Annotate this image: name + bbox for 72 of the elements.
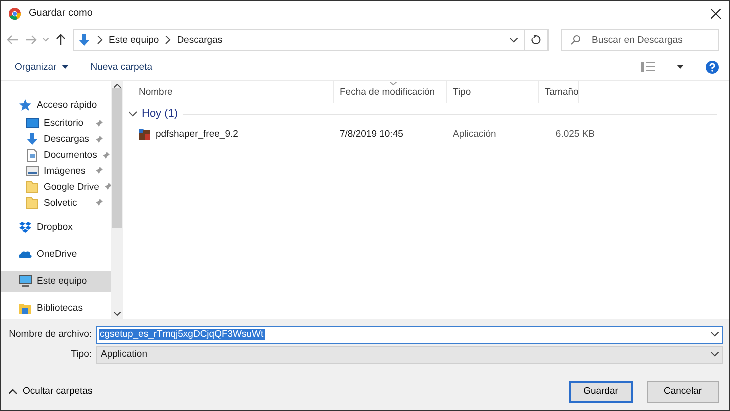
search-icon	[571, 35, 581, 45]
sidebar-item[interactable]: Dropbox	[1, 217, 111, 238]
computer-icon	[19, 275, 32, 288]
folder-icon	[26, 196, 39, 210]
dropbox-icon	[19, 221, 32, 234]
chevron-icon	[97, 36, 103, 44]
sidebar-item[interactable]: OneDrive	[1, 244, 111, 266]
field-label: Tipo:	[70, 349, 93, 360]
scrollbar[interactable]	[111, 81, 123, 319]
column-header[interactable]: Tamaño	[539, 81, 579, 103]
sidebar-item[interactable]: Google Drive	[1, 179, 111, 196]
sidebar-item[interactable]: Acceso rápido	[1, 95, 111, 116]
scroll-up-icon[interactable]	[114, 84, 120, 88]
column-header[interactable]: Nombre	[123, 81, 334, 103]
sidebar-item[interactable]: Descargas	[1, 132, 111, 148]
breadcrumb[interactable]: Este equipo	[109, 34, 160, 46]
refresh-button[interactable]	[524, 29, 548, 51]
sidebar-item[interactable]: Este equipo	[1, 271, 111, 292]
refresh-icon	[531, 35, 541, 45]
breadcrumb[interactable]: Descargas	[177, 34, 223, 46]
filename-field[interactable]: cgsetup_es_rTmqj5xgDCjqQF3WsuWt	[96, 326, 723, 344]
desktop-icon	[26, 117, 39, 130]
application-icon	[139, 128, 151, 140]
star-icon	[19, 98, 32, 112]
save-button[interactable]: Guardar	[569, 380, 633, 402]
pin-icon	[102, 152, 110, 160]
document-icon	[26, 149, 39, 162]
file-type-dropdown[interactable]: Application	[96, 346, 723, 364]
file-name[interactable]: pdfshaper_free_9.2	[156, 129, 238, 140]
table-cell: 6.025 KB	[556, 129, 595, 140]
cancel-button[interactable]: Cancelar	[647, 380, 719, 402]
organize-menu-button[interactable]: Organizar	[15, 62, 69, 72]
close-icon[interactable]	[711, 8, 721, 18]
dropdown-caret-icon	[510, 38, 518, 42]
caret-icon[interactable]	[677, 65, 684, 69]
chevron-icon	[165, 36, 172, 44]
column-header[interactable]: Tipo	[447, 81, 539, 103]
field-label: Nombre de archivo:	[8, 329, 93, 340]
up-arrow-icon[interactable]	[55, 34, 67, 46]
pin-icon	[95, 167, 103, 176]
download-icon	[78, 34, 91, 46]
scroll-down-icon[interactable]	[114, 312, 120, 316]
new-folder-button[interactable]: Nueva carpeta	[90, 62, 153, 72]
expand-caret-icon[interactable]	[129, 111, 137, 117]
caret-icon	[62, 65, 69, 69]
browser-logo-icon	[9, 8, 21, 20]
image-icon	[26, 164, 39, 178]
table-cell: 7/8/2019 10:45	[340, 129, 404, 140]
sidebar-item[interactable]: Imágenes	[1, 164, 111, 180]
sort-caret-icon	[390, 82, 397, 86]
column-header[interactable]: Fecha de modificación	[334, 81, 447, 103]
pin-icon	[104, 183, 112, 192]
caret-icon	[711, 352, 719, 357]
pin-icon	[95, 136, 103, 144]
sidebar-item[interactable]: Escritorio	[1, 116, 111, 132]
sidebar-item[interactable]: Documentos	[1, 148, 111, 164]
table-cell: Aplicación	[453, 129, 496, 140]
folder-icon	[26, 180, 39, 194]
help-icon[interactable]	[706, 60, 719, 74]
group-header: Hoy (1)	[142, 108, 178, 120]
download-icon	[26, 133, 39, 146]
window-title: Guardar como	[29, 8, 94, 19]
sidebar-item[interactable]: Bibliotecas	[1, 298, 111, 319]
hide-folders-button[interactable]: Ocultar carpetas	[9, 386, 93, 397]
pin-icon	[95, 120, 103, 128]
search-field[interactable]: Buscar en Descargas	[561, 29, 719, 51]
pin-icon	[95, 199, 103, 208]
sidebar-item[interactable]: Solvetic	[1, 195, 111, 212]
caret-icon	[711, 332, 719, 337]
library-icon	[19, 302, 32, 315]
view-options-icon[interactable]	[641, 62, 655, 72]
caret-icon	[9, 389, 17, 394]
